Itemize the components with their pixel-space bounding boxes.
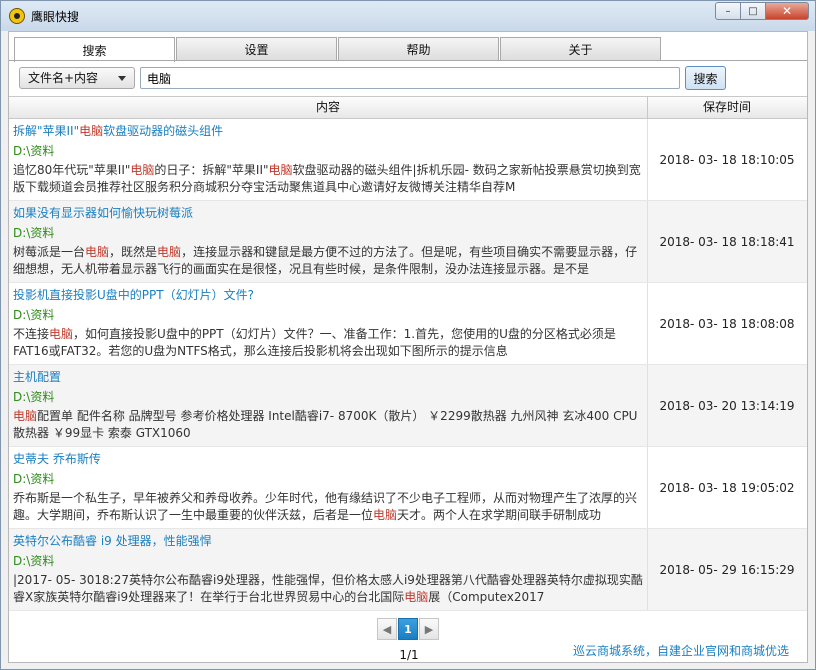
keyword-highlight: 电脑	[157, 245, 182, 259]
text-segment: 天才。两个人在求学期间联手研制成功	[397, 508, 602, 522]
text-segment: 如果没有显示器如何愉快玩树莓派	[13, 206, 194, 220]
text-segment: 投影机直接投影U盘中的PPT（幻灯片）文件?	[13, 288, 254, 302]
minimize-button[interactable]: –	[715, 2, 741, 20]
search-bar: 文件名+内容 搜索	[19, 66, 799, 90]
result-path[interactable]: D:\资料	[13, 224, 643, 244]
promo-link[interactable]: 巡云商城系统，自建企业官网和商城优选	[573, 642, 789, 659]
table-row[interactable]: 主机配置 D:\资料 电脑配置单 配件名称 品牌型号 参考价格处理器 Intel酷睿…	[9, 365, 807, 447]
result-saved-time: 2018- 03- 18 18:18:41	[659, 234, 795, 249]
result-snippet: 不连接电脑，如何直接投影U盘中的PPT（幻灯片）文件？一、准备工作：1.首先，您…	[13, 326, 643, 360]
keyword-highlight: 电脑	[49, 327, 74, 341]
text-segment: 的日子：拆解"苹果II"	[154, 163, 269, 177]
tab-about[interactable]: 关于	[500, 37, 661, 61]
table-row[interactable]: 英特尔公布酷睿 i9 处理器，性能强悍 D:\资料 |2017- 05- 3018:…	[9, 529, 807, 611]
page-count: 1/1	[399, 648, 419, 662]
text-segment: ，如何直接投影U盘中的PPT（幻灯片）文件？一、准备工作：1.首先，您使用的U盘…	[13, 327, 616, 358]
search-mode-value: 文件名+内容	[28, 71, 99, 85]
result-path[interactable]: D:\资料	[13, 142, 643, 162]
column-header-time[interactable]: 保存时间	[648, 97, 806, 119]
text-segment: 史蒂夫 乔布斯传	[13, 452, 101, 466]
result-path[interactable]: D:\资料	[13, 470, 643, 490]
result-snippet: 树莓派是一台电脑，既然是电脑，连接显示器和键鼠是最方便不过的方法了。但是呢，有些…	[13, 244, 643, 278]
result-title-link[interactable]: 英特尔公布酷睿 i9 处理器，性能强悍	[13, 532, 643, 552]
table-body: 拆解"苹果II"电脑软盘驱动器的磁头组件 D:\资料 追忆80年代玩"苹果II"电脑…	[9, 119, 807, 611]
text-segment: 不连接	[13, 327, 50, 341]
keyword-highlight: 电脑	[404, 590, 429, 604]
tab-divider	[9, 60, 807, 61]
result-content-cell: 投影机直接投影U盘中的PPT（幻灯片）文件? D:\资料 不连接电脑，如何直接投影U…	[9, 283, 648, 364]
text-segment: 追忆80年代玩"苹果II"	[13, 163, 131, 177]
result-saved-time: 2018- 05- 29 16:15:29	[659, 562, 795, 577]
search-button[interactable]: 搜索	[685, 66, 726, 90]
maximize-button[interactable]: □	[740, 2, 766, 20]
pagination: ◀ 1 ▶	[377, 618, 440, 640]
table-header: 内容 保存时间	[9, 97, 807, 119]
result-title-link[interactable]: 投影机直接投影U盘中的PPT（幻灯片）文件?	[13, 286, 643, 306]
next-page-button[interactable]: ▶	[419, 618, 439, 640]
keyword-highlight: 电脑	[13, 409, 38, 423]
main-panel: 搜索 设置 帮助 关于 文件名+内容 搜索 内容 保存时间 拆解"苹果II"电脑…	[8, 31, 808, 663]
window-controls: – □ ✕	[715, 2, 809, 20]
tab-help[interactable]: 帮助	[338, 37, 499, 61]
result-snippet: 电脑配置单 配件名称 品牌型号 参考价格处理器 Intel酷睿i7- 8700K…	[13, 408, 643, 442]
keyword-highlight: 电脑	[85, 245, 110, 259]
result-path[interactable]: D:\资料	[13, 388, 643, 408]
result-title-link[interactable]: 史蒂夫 乔布斯传	[13, 450, 643, 470]
result-content-cell: 拆解"苹果II"电脑软盘驱动器的磁头组件 D:\资料 追忆80年代玩"苹果II"电脑…	[9, 119, 648, 200]
tab-settings[interactable]: 设置	[176, 37, 337, 61]
search-mode-select[interactable]: 文件名+内容	[19, 67, 135, 89]
results-table: 内容 保存时间 拆解"苹果II"电脑软盘驱动器的磁头组件 D:\资料 追忆80年代玩…	[9, 96, 807, 614]
tab-search[interactable]: 搜索	[14, 37, 175, 62]
result-path[interactable]: D:\资料	[13, 552, 643, 572]
page-button-current[interactable]: 1	[398, 618, 418, 640]
result-title-link[interactable]: 如果没有显示器如何愉快玩树莓派	[13, 204, 643, 224]
chevron-down-icon	[118, 76, 126, 81]
result-snippet: 追忆80年代玩"苹果II"电脑的日子：拆解"苹果II"电脑软盘驱动器的磁头组件|…	[13, 162, 643, 196]
search-input[interactable]	[140, 67, 680, 89]
result-title-link[interactable]: 主机配置	[13, 368, 643, 388]
text-segment: 配置单 配件名称 品牌型号 参考价格处理器 Intel酷睿i7- 8700K（散…	[13, 409, 638, 440]
keyword-highlight: 电脑	[130, 163, 155, 177]
tab-bar: 搜索 设置 帮助 关于	[14, 37, 662, 62]
result-saved-time: 2018- 03- 18 19:05:02	[659, 480, 795, 495]
text-segment: 展（Computex2017	[428, 590, 545, 604]
text-segment: 英特尔公布酷睿 i9 处理器，性能强悍	[13, 534, 212, 548]
close-button[interactable]: ✕	[765, 2, 809, 20]
result-title-link[interactable]: 拆解"苹果II"电脑软盘驱动器的磁头组件	[13, 122, 643, 142]
column-header-content[interactable]: 内容	[9, 97, 648, 119]
table-row[interactable]: 如果没有显示器如何愉快玩树莓派 D:\资料 树莓派是一台电脑，既然是电脑，连接显示器…	[9, 201, 807, 283]
title-bar: 鹰眼快搜 – □ ✕	[1, 1, 815, 31]
result-content-cell: 英特尔公布酷睿 i9 处理器，性能强悍 D:\资料 |2017- 05- 3018:…	[9, 529, 648, 610]
eye-logo-icon	[9, 8, 25, 24]
result-content-cell: 主机配置 D:\资料 电脑配置单 配件名称 品牌型号 参考价格处理器 Intel酷睿…	[9, 365, 648, 446]
text-segment: |2017- 05- 3018:27英特尔公布酷睿i9处理器，性能强悍，但价格太…	[13, 573, 643, 604]
window-title: 鹰眼快搜	[31, 10, 80, 24]
result-snippet: 乔布斯是一个私生子，早年被养父和养母收养。少年时代，他有缘结识了不少电子工程师，…	[13, 490, 643, 524]
result-content-cell: 如果没有显示器如何愉快玩树莓派 D:\资料 树莓派是一台电脑，既然是电脑，连接显示器…	[9, 201, 648, 282]
result-content-cell: 史蒂夫 乔布斯传 D:\资料 乔布斯是一个私生子，早年被养父和养母收养。少年时代，他…	[9, 447, 648, 528]
result-saved-time: 2018- 03- 20 13:14:19	[659, 398, 795, 413]
result-path[interactable]: D:\资料	[13, 306, 643, 326]
text-segment: 软盘驱动器的磁头组件	[103, 124, 224, 138]
result-saved-time: 2018- 03- 18 18:08:08	[659, 316, 795, 331]
result-saved-time: 2018- 03- 18 18:10:05	[659, 152, 795, 167]
text-segment: ，既然是	[109, 245, 158, 259]
table-row[interactable]: 投影机直接投影U盘中的PPT（幻灯片）文件? D:\资料 不连接电脑，如何直接投影U…	[9, 283, 807, 365]
keyword-highlight: 电脑	[268, 163, 293, 177]
text-segment: 主机配置	[13, 370, 62, 384]
prev-page-button[interactable]: ◀	[377, 618, 397, 640]
app-window: 鹰眼快搜 – □ ✕ 搜索 设置 帮助 关于 文件名+内容 搜索 内容 保存时间	[0, 0, 816, 670]
text-segment: 拆解"苹果II"	[13, 124, 80, 138]
table-row[interactable]: 史蒂夫 乔布斯传 D:\资料 乔布斯是一个私生子，早年被养父和养母收养。少年时代，他…	[9, 447, 807, 529]
table-row[interactable]: 拆解"苹果II"电脑软盘驱动器的磁头组件 D:\资料 追忆80年代玩"苹果II"电脑…	[9, 119, 807, 201]
result-snippet: |2017- 05- 3018:27英特尔公布酷睿i9处理器，性能强悍，但价格太…	[13, 572, 643, 606]
text-segment: 树莓派是一台	[13, 245, 86, 259]
keyword-highlight: 电脑	[373, 508, 398, 522]
keyword-highlight: 电脑	[79, 124, 104, 138]
